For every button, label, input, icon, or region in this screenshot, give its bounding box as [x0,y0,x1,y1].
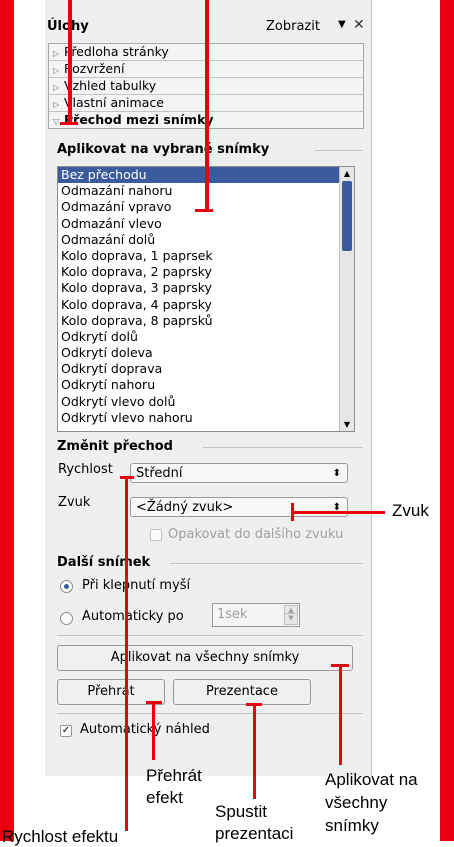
transition-list-item[interactable]: Odkrytí doleva [58,345,354,361]
expand-triangle-icon: ▷ [53,49,60,58]
group-divider [203,447,363,448]
annotation-apply-line3: snímky [325,816,379,835]
scroll-down-icon[interactable]: ▼ [340,420,354,429]
transition-list-item[interactable]: Odkrytí vlevo nahoru [58,410,354,426]
sound-label: Zvuk [58,495,91,510]
annotation-sound: Zvuk [392,501,429,520]
updown-arrows-icon: ⬍ [332,468,341,479]
left-red-border [0,0,14,841]
annotation-play-line2: efekt [146,788,183,807]
transition-list-item[interactable]: Odkrytí nahoru [58,377,354,393]
speed-select[interactable]: Střední ⬍ [130,463,348,483]
group-divider [315,150,363,151]
auto-preview-checkbox[interactable]: ✓ [60,725,72,737]
divider [57,713,363,714]
on-click-label: Při klepnutí myší [82,578,191,593]
slideshow-button[interactable]: Prezentace [173,679,311,705]
modify-group-title: Změnit přechod [57,439,173,454]
annotation-tick-apply [331,664,349,667]
auto-preview-label: Automatický náhled [80,722,210,737]
transition-list-item[interactable]: Odkrytí doprava [58,361,354,377]
right-red-border [440,0,454,841]
annotation-line-sound [293,511,385,514]
transition-list-item[interactable]: Kolo doprava, 1 paprsek [58,248,354,264]
group-divider [170,563,363,564]
annotation-line-transition [205,0,209,212]
view-menu-button[interactable]: Zobrazit [266,19,320,34]
spin-down-icon[interactable]: ▼ [284,613,298,625]
transition-list-item[interactable]: Odkrytí dolů [58,329,354,345]
annotation-line-speed [125,478,128,831]
scroll-up-icon[interactable]: ▲ [340,169,354,178]
annotation-tick-slideshow [246,703,262,706]
transition-list-item[interactable]: Odkrytí vlevo dolů [58,394,354,410]
apply-to-all-button[interactable]: Aplikovat na všechny snímky [57,645,353,671]
speed-label: Rychlost [58,462,113,477]
annotation-tick-speed [120,476,134,479]
transition-list-item[interactable]: Kolo doprava, 4 paprsky [58,297,354,313]
transition-list-item[interactable]: Kolo doprava, 2 paprsky [58,264,354,280]
annotation-line-tasks [68,0,72,124]
transition-list-item[interactable]: Odmazání vlevo [58,216,354,232]
automatic-label: Automaticky po [82,609,184,624]
updown-arrows-icon: ⬍ [332,502,341,513]
annotation-apply-line1: Aplikovat na [325,770,418,789]
transition-list-item[interactable]: Kolo doprava, 3 paprsky [58,280,354,296]
next-slide-group-title: Další snímek [57,555,151,570]
annotation-tick-play [146,701,162,704]
annotation-speed: Rychlost efektu [2,827,119,846]
on-click-radio[interactable] [60,580,73,593]
loop-sound-label: Opakovat do dalšího zvuku [168,527,344,542]
annotation-play-line1: Přehrát [146,766,202,785]
chevron-down-icon[interactable]: ▼ [338,19,346,30]
annotation-line-apply [339,665,342,765]
expand-triangle-icon: ▷ [53,100,60,109]
transition-list-item[interactable]: Kolo doprava, 8 paprsků [58,313,354,329]
annotation-line-play [152,701,155,760]
automatic-radio[interactable] [60,612,73,625]
annotation-line-slideshow [253,703,256,799]
list-scrollbar[interactable]: ▲ ▼ [339,167,354,431]
annotation-tick-sound [291,503,294,521]
apply-selected-group-title: Aplikovat na vybrané snímky [57,142,270,157]
annotation-apply-line2: všechny [325,793,388,812]
annotation-tick-tasks [60,122,78,125]
auto-time-input[interactable]: 1sek ▲ ▼ [212,603,300,627]
divider [57,635,363,636]
close-icon[interactable]: ✕ [353,17,365,33]
sound-select[interactable]: <Žádný zvuk> ⬍ [130,497,348,517]
scroll-thumb[interactable] [342,181,352,251]
loop-sound-checkbox[interactable] [150,529,162,541]
annotation-tick-transition [195,209,213,212]
expand-triangle-icon: ▷ [53,66,60,75]
transition-list-item[interactable]: Odmazání dolů [58,232,354,248]
annotation-slideshow-line1: Spustit [215,802,267,821]
expand-triangle-icon: ▷ [53,83,60,92]
